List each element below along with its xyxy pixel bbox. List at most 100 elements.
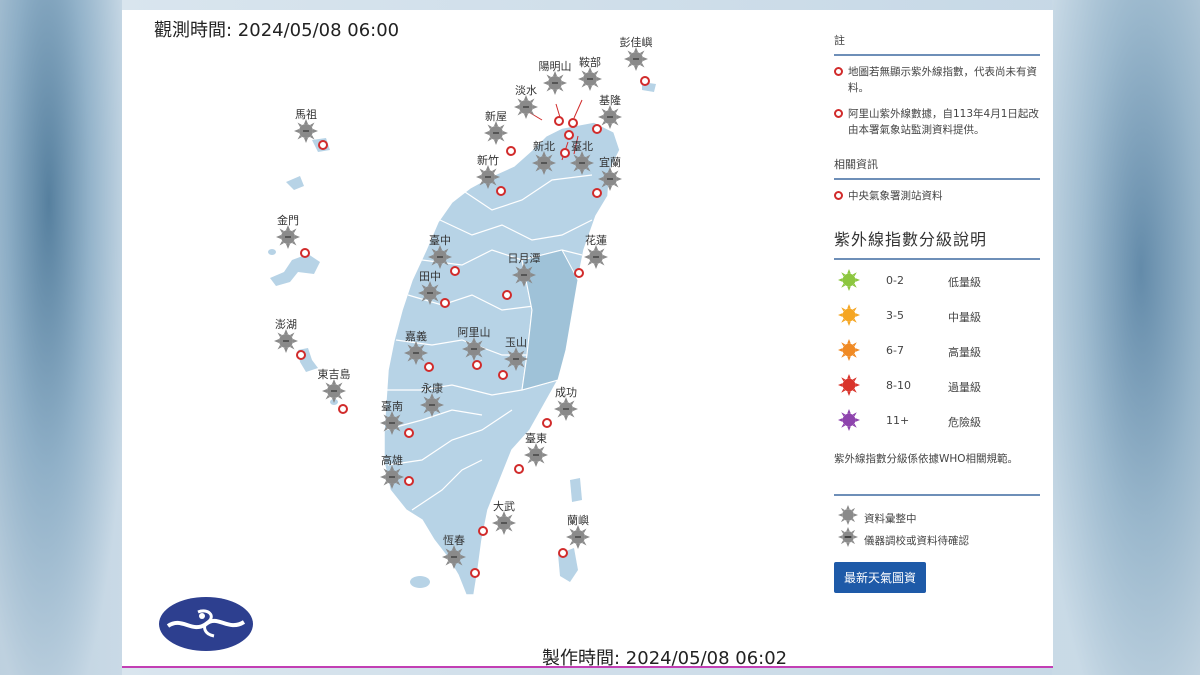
sun-gray-icon xyxy=(598,105,622,129)
sun-gray-icon xyxy=(380,465,404,489)
station-yushan[interactable]: 玉山 xyxy=(486,334,546,390)
sun-gray-icon xyxy=(404,341,428,365)
sun-gray-icon xyxy=(420,393,444,417)
sun-gray-icon xyxy=(428,245,452,269)
station-matsu[interactable]: 馬祖 xyxy=(276,106,336,162)
station-penghu[interactable]: 澎湖 xyxy=(256,316,316,372)
sun-gray-icon xyxy=(504,347,528,371)
legend-row: 資料彙整中 xyxy=(834,505,1040,532)
sun-gray-icon xyxy=(380,411,404,435)
sun-purple-icon xyxy=(838,409,860,431)
sun-gray-dash-icon xyxy=(838,527,858,547)
bullet-icon xyxy=(834,67,843,76)
sun-gray-icon xyxy=(484,121,508,145)
station-dot xyxy=(296,350,306,360)
sun-orange-icon xyxy=(838,339,860,361)
uv-level-row: 6-7 高量級 xyxy=(834,339,1040,379)
legend-text: 資料彙整中 xyxy=(864,513,917,525)
bottom-divider xyxy=(122,666,1053,668)
station-hualien[interactable]: 花蓮 xyxy=(566,232,626,288)
uv-range: 8-10 xyxy=(886,379,911,392)
station-kinmen[interactable]: 金門 xyxy=(258,212,318,268)
station-taitung[interactable]: 臺東 xyxy=(506,430,566,486)
sun-yellow-icon xyxy=(838,304,860,326)
uv-range: 0-2 xyxy=(886,274,904,287)
green-island xyxy=(570,478,582,502)
bullet-icon xyxy=(834,191,843,200)
station-dot xyxy=(404,476,414,486)
station-dot xyxy=(554,116,564,126)
uv-range: 6-7 xyxy=(886,344,904,357)
sun-gray-icon xyxy=(598,167,622,191)
station-dot xyxy=(542,418,552,428)
station-dot xyxy=(338,404,348,414)
uv-level: 中量級 xyxy=(948,311,981,324)
station-tianzhong[interactable]: 田中 xyxy=(400,268,460,324)
station-dot xyxy=(496,186,506,196)
uv-level: 危險級 xyxy=(948,416,981,429)
station-dot xyxy=(498,370,508,380)
sun-gray-icon xyxy=(566,525,590,549)
taiwan-map: 彭佳嶼 陽明山 鞍部 淡水 基隆 新屋 新北 臺北 新竹 宜蘭 馬祖 金門 臺中… xyxy=(122,10,822,666)
station-dot xyxy=(568,118,578,128)
uv-level: 過量級 xyxy=(948,381,981,394)
station-tainan[interactable]: 臺南 xyxy=(362,398,422,454)
note-text: 地圖若無顯示紫外線指數，代表尚未有資料。 xyxy=(848,66,1037,94)
sidebar: 註 地圖若無顯示紫外線指數，代表尚未有資料。 阿里山紫外線數據，自113年4月1… xyxy=(834,32,1040,593)
sun-green-icon xyxy=(838,269,860,291)
cwa-logo xyxy=(159,597,253,651)
related-link-item[interactable]: 中央氣象署測站資料 xyxy=(834,188,1040,204)
station-dot xyxy=(440,298,450,308)
sun-gray-icon xyxy=(442,545,466,569)
production-time: 製作時間: 2024/05/08 06:02 xyxy=(542,648,788,666)
station-dot xyxy=(300,248,310,258)
latest-weather-button[interactable]: 最新天氣圖資 xyxy=(834,562,927,593)
note-item: 地圖若無顯示紫外線指數，代表尚未有資料。 xyxy=(834,64,1040,96)
station-chiayi[interactable]: 嘉義 xyxy=(386,328,446,384)
sun-red-icon xyxy=(838,374,860,396)
station-hsinchu[interactable]: 新竹 xyxy=(458,152,518,208)
uv-level-row: 8-10 過量級 xyxy=(834,374,1040,414)
uv-range: 3-5 xyxy=(886,309,904,322)
station-dot xyxy=(404,428,414,438)
uv-level-row: 0-2 低量級 xyxy=(834,269,1040,309)
station-dot xyxy=(592,124,602,134)
sun-gray-icon xyxy=(584,245,608,269)
station-dongjidao[interactable]: 東吉島 xyxy=(304,366,364,422)
note-text: 阿里山紫外線數據，自113年4月1日起改由本署氣象站監測資料提供。 xyxy=(848,108,1039,136)
sun-gray-icon xyxy=(276,225,300,249)
sun-gray-icon xyxy=(554,397,578,421)
sun-gray-icon xyxy=(512,263,536,287)
background-left xyxy=(0,0,122,675)
station-dot xyxy=(470,568,480,578)
bullet-icon xyxy=(834,109,843,118)
note-item: 阿里山紫外線數據，自113年4月1日起改由本署氣象站監測資料提供。 xyxy=(834,106,1040,138)
uv-map-panel: 觀測時間: 2024/05/08 06:00 彭佳嶼 陽明山 鞍部 淡水 基隆 … xyxy=(122,10,1053,666)
background-right xyxy=(1052,0,1200,675)
station-lanyu[interactable]: 蘭嶼 xyxy=(548,512,608,568)
sun-gray-icon xyxy=(578,67,602,91)
sun-gray-icon xyxy=(294,119,318,143)
sun-gray-icon xyxy=(838,505,858,525)
related-link[interactable]: 中央氣象署測站資料 xyxy=(848,190,943,202)
station-dot xyxy=(514,464,524,474)
notes-title: 註 xyxy=(834,32,1040,56)
uv-range: 11+ xyxy=(886,414,910,427)
station-dot xyxy=(502,290,512,300)
sun-gray-icon xyxy=(462,337,486,361)
matsu-island-south xyxy=(286,176,304,190)
station-dot xyxy=(592,188,602,198)
related-title: 相關資訊 xyxy=(834,156,1040,180)
sun-gray-icon xyxy=(322,379,346,403)
station-yilan[interactable]: 宜蘭 xyxy=(580,154,640,210)
sun-gray-icon xyxy=(492,511,516,535)
station-dot xyxy=(574,268,584,278)
sun-gray-icon xyxy=(418,281,442,305)
legend-text: 儀器調校或資料待確認 xyxy=(864,535,969,547)
sun-gray-icon xyxy=(524,443,548,467)
uv-level-row: 3-5 中量級 xyxy=(834,304,1040,344)
sun-gray-icon xyxy=(274,329,298,353)
station-hengchun[interactable]: 恆春 xyxy=(424,532,484,588)
uv-level: 高量級 xyxy=(948,346,981,359)
station-dot xyxy=(472,360,482,370)
